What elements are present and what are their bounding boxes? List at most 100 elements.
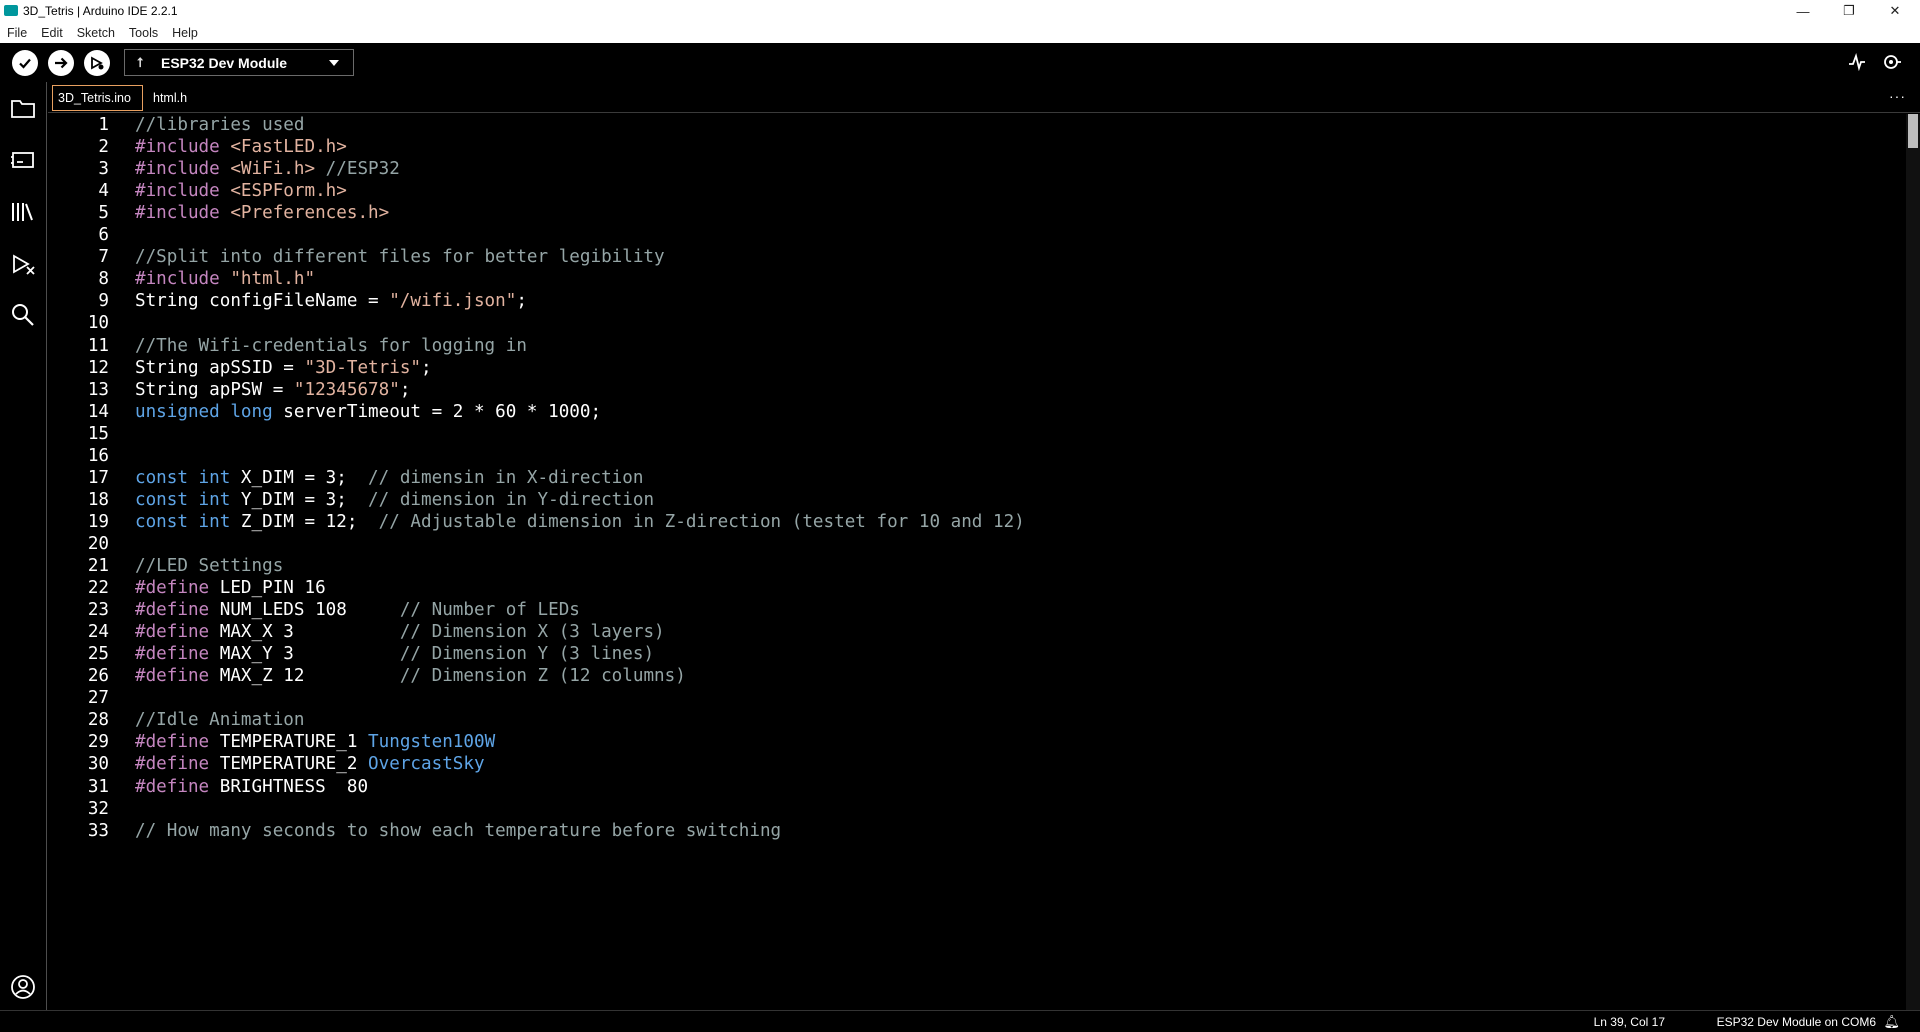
code-token: <WiFi.h> [230,159,316,180]
code-token: #define [135,644,210,665]
code-token: ; [421,357,432,378]
boards-manager-icon [11,152,34,168]
library-manager-button[interactable] [10,199,36,225]
code-token: const int [135,489,231,510]
chevron-down-icon [329,60,339,66]
maximize-button[interactable]: ❐ [1826,0,1872,22]
code-token: serverTimeout = 2 * 60 * 1000; [272,401,602,422]
menu-tools[interactable]: Tools [122,26,165,40]
code-token: OvercastSky [368,754,485,775]
account-icon [11,975,35,999]
menu-help[interactable]: Help [165,26,205,40]
code-token: #define [135,600,210,621]
status-bar: Ln 39, Col 17 ESP32 Dev Module on COM6 🔔… [0,1010,1920,1032]
scrollbar-thumb[interactable] [1908,114,1918,148]
code-token: TEMPERATURE_1 [209,732,369,753]
code-token: #define [135,732,210,753]
code-token: #include [135,159,231,180]
arduino-logo-icon [4,5,18,16]
cursor-position[interactable]: Ln 39, Col 17 [1594,1015,1665,1029]
code-token: MAX_Y 3 [209,644,400,665]
code-token: TEMPERATURE_2 [209,754,369,775]
line-number: 33 [87,820,109,841]
sketchbook-button[interactable] [10,95,36,121]
code-token: X_DIM = 3; [230,467,369,488]
code-editor[interactable]: 1//libraries used 2 #include <FastLED.h> 3 #… [48,114,1906,1010]
code-token: const int [135,467,231,488]
code-token: LED_PIN 16 [209,578,326,599]
activity-sidebar [0,82,47,1010]
code-token: // How many seconds to show each tempera… [135,820,782,841]
code-token: Y_DIM = 3; [230,489,369,510]
title-bar: 3D_Tetris | Arduino IDE 2.2.1 — ❐ ✕ [0,0,1920,22]
code-token: "3D-Tetris" [304,357,422,378]
code-token: // dimensin in X-direction [368,467,644,488]
serial-plotter-button[interactable] [1848,52,1866,76]
code-token: #define [135,578,210,599]
debug-icon [13,254,35,275]
upload-button[interactable] [48,50,74,76]
monitor-icon [1884,55,1901,69]
code-token: <ESPForm.h> [230,181,347,202]
board-port-status[interactable]: ESP32 Dev Module on COM6 [1717,1015,1876,1029]
code-token: "12345678" [293,379,400,400]
board-selector[interactable]: ⭡ ESP32 Dev Module [124,49,354,76]
code-token: #include [135,203,231,224]
library-manager-icon [12,203,33,221]
code-token: BRIGHTNESS 80 [209,776,369,797]
window-title: 3D_Tetris | Arduino IDE 2.2.1 [23,4,178,18]
code-token: // Number of LEDs [399,600,580,621]
code-token: #include [135,137,231,158]
code-token: String configFileName = [135,291,390,312]
code-token: // dimension in Y-direction [368,489,655,510]
code-token: #define [135,622,210,643]
tab-html-h[interactable]: html.h [148,85,192,111]
debug-panel-button[interactable] [10,251,36,277]
code-token: MAX_Z 12 [209,666,400,687]
toolbar: ⭡ ESP32 Dev Module [0,43,1920,82]
menu-bar: File Edit Sketch Tools Help [0,22,1920,43]
code-line[interactable]: 33 // How many seconds to show each tempe… [48,818,1906,845]
search-icon [12,304,34,326]
code-token: MAX_X 3 [209,622,400,643]
code-token: const int [135,511,231,532]
code-token: #include [135,181,231,202]
menu-file[interactable]: File [0,26,34,40]
code-token: #define [135,776,210,797]
more-tabs-button[interactable]: ··· [1889,88,1906,104]
code-token: //Idle Animation [135,710,305,731]
code-token: //ESP32 [315,159,400,180]
tab-3d-tetris-ino[interactable]: 3D_Tetris.ino [52,85,143,111]
code-token: //LED Settings [135,556,284,576]
editor-tab-bar: 3D_Tetris.ino html.h ··· [48,84,1920,113]
code-token: "html.h" [230,269,316,290]
verify-button[interactable] [12,50,38,76]
code-token: ; [399,379,411,400]
code-token: <FastLED.h> [230,137,347,158]
code-token: //libraries used [135,115,305,135]
minimize-button[interactable]: — [1780,0,1826,22]
code-token: NUM_LEDS 108 [209,600,400,621]
close-button[interactable]: ✕ [1872,0,1918,22]
code-token: unsigned long [135,401,273,422]
code-token: <Preferences.h> [230,203,390,224]
code-token: #define [135,754,210,775]
account-button[interactable] [10,974,36,1000]
code-token: ; [516,291,527,312]
code-text: // How many seconds to show each tempera… [135,818,781,845]
code-token: String apPSW = [135,379,294,400]
editor-scrollbar[interactable] [1906,114,1920,1010]
debug-icon [91,56,104,70]
usb-icon: ⭡ [137,54,144,70]
debug-button[interactable] [84,50,110,76]
sketchbook-icon [11,100,35,118]
bell-icon[interactable]: 🔔︎ [1883,1014,1900,1030]
serial-monitor-button[interactable] [1882,53,1902,76]
menu-edit[interactable]: Edit [34,26,70,40]
code-token: // Dimension Z (12 columns) [399,666,686,687]
menu-sketch[interactable]: Sketch [70,26,122,40]
code-token: #define [135,666,210,687]
search-button[interactable] [10,302,36,328]
boards-manager-button[interactable] [10,147,36,173]
plotter-icon [1849,52,1865,72]
